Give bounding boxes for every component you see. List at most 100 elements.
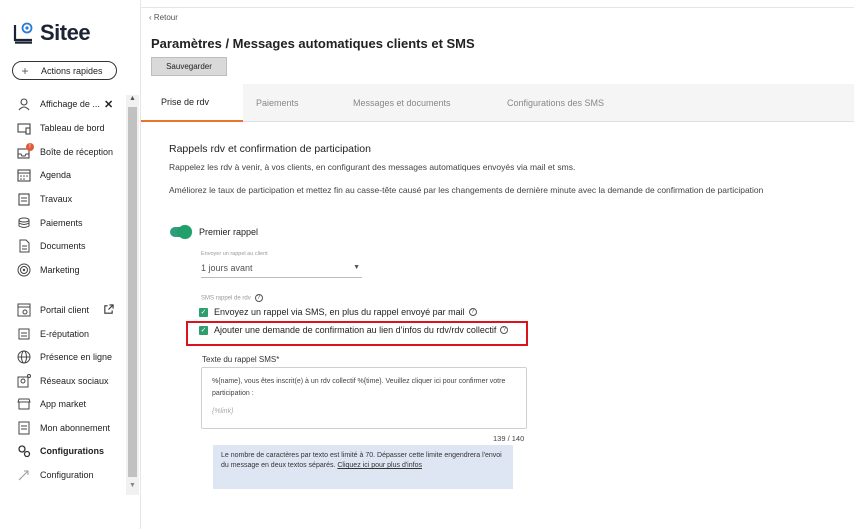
help-icon[interactable]: ? xyxy=(500,326,509,334)
back-label: Retour xyxy=(153,13,178,22)
quick-actions-button[interactable]: + Actions rapides xyxy=(12,61,117,80)
sidebar-item-reseaux[interactable]: Réseaux sociaux xyxy=(0,371,125,391)
dashboard-icon xyxy=(17,123,31,135)
confirmation-checkbox-row[interactable]: ✓ Ajouter une demande de confirmation au… xyxy=(199,325,509,335)
sidebar-item-appmarket[interactable]: App market xyxy=(0,394,125,414)
select-value: 1 jours avant xyxy=(201,263,253,273)
sms-text-value: %{name}, vous êtes inscrit(e) à un rdv c… xyxy=(212,378,506,397)
social-icon xyxy=(17,374,31,388)
sms-link-placeholder: {%link} xyxy=(212,408,234,415)
toggle-knob xyxy=(178,225,192,239)
tab-prise-de-rdv[interactable]: Prise de rdv xyxy=(141,84,243,122)
sms-text-field[interactable]: %{name}, vous êtes inscrit(e) à un rdv c… xyxy=(201,367,527,429)
toggle-label: Premier rappel xyxy=(199,227,259,237)
gears-icon xyxy=(18,445,31,458)
sidebar-item-label: Tableau de bord xyxy=(40,123,105,133)
sidebar-item-label: E-réputation xyxy=(40,329,90,339)
premier-rappel-toggle[interactable] xyxy=(170,225,192,239)
close-icon[interactable]: ✕ xyxy=(104,98,113,111)
scroll-up-icon[interactable]: ▲ xyxy=(129,95,136,102)
caret-down-icon: ▼ xyxy=(353,264,360,271)
sidebar-item-abonnement[interactable]: Mon abonnement xyxy=(0,418,125,438)
sidebar-item-label: Configurations xyxy=(40,446,104,456)
logo[interactable]: Sitee xyxy=(12,20,91,46)
plus-icon: + xyxy=(21,63,29,78)
top-bar xyxy=(141,0,854,8)
tab-paiements[interactable]: Paiements xyxy=(256,84,299,122)
sidebar-item-configurations[interactable]: Configurations xyxy=(0,441,125,461)
sidebar-scrollbar[interactable]: ▲ ▼ xyxy=(126,95,139,495)
sidebar-item-ereputation[interactable]: E-réputation xyxy=(0,324,125,344)
checkbox-label: Ajouter une demande de confirmation au l… xyxy=(214,325,497,335)
section-description-2: Améliorez le taux de participation et me… xyxy=(169,185,764,195)
sidebar-item-travaux[interactable]: Travaux xyxy=(0,189,125,209)
info-box: Le nombre de caractères par texto est li… xyxy=(213,445,513,489)
sidebar-item-presence[interactable]: Présence en ligne xyxy=(0,347,125,367)
info-link[interactable]: Cliquez ici pour plus d'infos xyxy=(337,462,422,469)
sms-section-text: SMS rappel de rdv xyxy=(201,295,251,302)
sidebar-item-label: Travaux xyxy=(40,194,73,204)
reminder-delay-select[interactable]: 1 jours avant ▼ xyxy=(201,261,362,278)
checkbox-checked-icon[interactable]: ✓ xyxy=(199,325,208,335)
checkbox-label: Envoyez un rappel via SMS, en plus du ra… xyxy=(214,307,465,317)
sidebar-item-marketing[interactable]: Marketing xyxy=(0,260,125,280)
document-icon xyxy=(19,239,30,253)
subscription-icon xyxy=(18,421,30,435)
tab-configurations-sms[interactable]: Configurations des SMS xyxy=(507,84,604,122)
sidebar-item-label: App market xyxy=(40,399,87,409)
sms-reminder-checkbox-row[interactable]: ✓ Envoyez un rappel via SMS, en plus du … xyxy=(199,307,477,317)
sidebar-item-inbox[interactable]: ! Boîte de réception xyxy=(0,142,125,162)
character-counter: 139 / 140 xyxy=(493,434,525,443)
external-link-icon[interactable] xyxy=(103,304,114,315)
send-reminder-label: Envoyer un rappel au client xyxy=(201,251,268,257)
tab-messages-documents[interactable]: Messages et documents xyxy=(353,84,451,122)
sidebar-item-label: Présence en ligne xyxy=(40,352,113,362)
sidebar-item-portail[interactable]: Portail client xyxy=(0,300,125,320)
sidebar-item-label: Mon abonnement xyxy=(40,423,111,433)
sidebar-item-label: Paiements xyxy=(40,218,83,228)
section-description: Rappelez les rdv à venir, à vos clients,… xyxy=(169,162,576,172)
checkbox-checked-icon[interactable]: ✓ xyxy=(199,307,208,317)
rocket-icon xyxy=(18,470,29,481)
sms-text-label: Texte du rappel SMS* xyxy=(202,355,280,364)
help-icon[interactable]: ? xyxy=(254,294,263,302)
users-icon xyxy=(18,98,30,111)
back-link[interactable]: ‹ Retour xyxy=(149,13,178,22)
quick-actions-label: Actions rapides xyxy=(41,65,103,76)
sidebar-item-agenda[interactable]: Agenda xyxy=(0,165,125,185)
sidebar-item-label: Documents xyxy=(40,241,86,251)
sidebar-item-label: Affichage de ... xyxy=(40,99,100,109)
section-title: Rappels rdv et confirmation de participa… xyxy=(169,143,371,155)
sidebar-item-label: Agenda xyxy=(40,170,72,180)
sidebar-item-documents[interactable]: Documents xyxy=(0,236,125,256)
target-icon xyxy=(17,263,31,277)
notification-badge: ! xyxy=(26,143,34,151)
page-title: Paramètres / Messages automatiques clien… xyxy=(151,36,475,51)
brand-name: Sitee xyxy=(40,20,91,45)
sidebar-item-label: Configuration xyxy=(40,470,94,480)
portal-icon xyxy=(17,303,31,317)
sidebar-item-label: Boîte de réception xyxy=(40,147,114,157)
sidebar-item-paiements[interactable]: Paiements xyxy=(0,213,125,233)
help-icon[interactable]: ? xyxy=(468,308,477,316)
scrollbar-thumb[interactable] xyxy=(128,107,137,477)
content-area: Rappels rdv et confirmation de participa… xyxy=(141,122,854,529)
sidebar-item-label: Réseaux sociaux xyxy=(40,376,109,386)
coins-icon xyxy=(18,217,30,228)
sms-section-label: SMS rappel de rdv? xyxy=(201,294,263,302)
tab-bar: Prise de rdv Paiements Messages et docum… xyxy=(141,84,854,122)
save-button[interactable]: Sauvegarder xyxy=(151,57,227,76)
globe-icon xyxy=(17,350,31,364)
main-panel: ‹ Retour Paramètres / Messages automatiq… xyxy=(140,0,854,529)
star-list-icon xyxy=(18,328,30,340)
store-icon xyxy=(17,398,31,410)
sidebar-item-label: Portail client xyxy=(40,305,90,315)
scroll-down-icon[interactable]: ▼ xyxy=(129,482,136,489)
calendar-icon xyxy=(17,169,31,182)
clipboard-icon xyxy=(18,193,30,206)
sidebar-item-configuration[interactable]: Configuration xyxy=(0,465,125,485)
sitee-logo-icon xyxy=(13,22,33,44)
sidebar-item-dashboard[interactable]: Tableau de bord xyxy=(0,118,125,138)
sidebar-item-label: Marketing xyxy=(40,265,80,275)
sidebar: Sitee + Actions rapides Affichage de ...… xyxy=(0,0,140,529)
